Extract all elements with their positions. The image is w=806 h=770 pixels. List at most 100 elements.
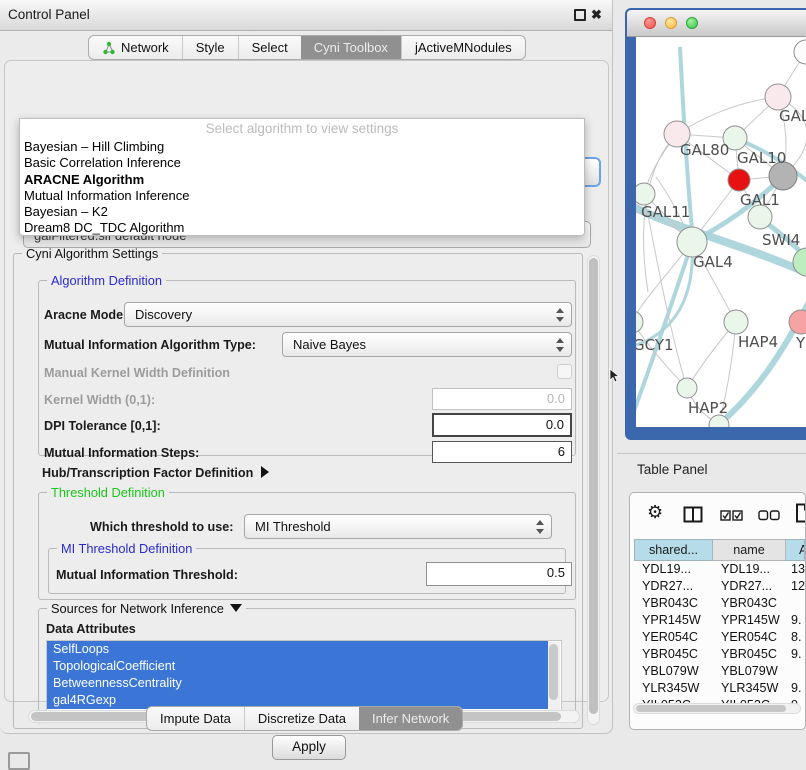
table-row[interactable]: YDL19...YDL19...13 <box>634 561 805 578</box>
cell-name: YDR27... <box>713 578 786 595</box>
network-node-label: HAP4 <box>738 333 778 351</box>
cell-value: 8. <box>786 629 805 646</box>
network-node[interactable] <box>636 183 655 205</box>
manual-kernel-checkbox[interactable] <box>557 364 572 379</box>
panel-title: Control Panel <box>8 0 90 30</box>
table-row[interactable]: YER054CYER054C8. <box>634 629 805 646</box>
data-attribute-item[interactable]: SelfLoops <box>47 641 548 658</box>
which-threshold-label: Which threshold to use: <box>90 520 233 534</box>
data-attributes-label: Data Attributes <box>46 622 136 636</box>
dpi-tolerance-field[interactable]: 0.0 <box>432 413 572 437</box>
mi-steps-field[interactable]: 6 <box>432 441 572 463</box>
algorithm-option[interactable]: Bayesian – Hill Climbing <box>24 139 580 155</box>
cell-value: 9. <box>786 646 805 663</box>
cell-value: 13 <box>786 561 805 578</box>
tab-select[interactable]: Select <box>238 36 301 59</box>
table-row[interactable]: YBR045CYBR045C9. <box>634 646 805 663</box>
cell-shared: YDR27... <box>634 578 713 595</box>
network-graph: GALGAL80GAL10GAL1GAL11SWI4GAL4GCY1HAP4YH… <box>636 37 806 427</box>
tab-infer-network[interactable]: Infer Network <box>359 707 462 730</box>
tab-cyni-toolbox[interactable]: Cyni Toolbox <box>301 36 401 59</box>
unchecked-boxes-icon[interactable] <box>758 510 780 521</box>
network-node-label: Y <box>795 334 806 352</box>
network-node[interactable] <box>636 311 643 333</box>
which-threshold-combo[interactable]: MI Threshold <box>244 514 552 539</box>
cell-shared: YER054C <box>634 629 713 646</box>
settings-vertical-scrollbar[interactable] <box>587 255 600 725</box>
combo-value: MI Threshold <box>255 519 331 534</box>
control-panel-titlebar: Control Panel ✖ <box>0 0 612 31</box>
algorithm-option[interactable]: Dream8 DC_TDC Algorithm <box>24 220 580 236</box>
algorithm-option[interactable]: ARACNE Algorithm <box>24 172 580 188</box>
float-icon[interactable] <box>574 9 586 21</box>
chevron-right-icon <box>261 466 269 478</box>
kernel-width-field[interactable]: 0.0 <box>432 388 572 410</box>
tab-label: Discretize Data <box>258 711 346 726</box>
dropdown-items: Bayesian – Hill ClimbingBasic Correlatio… <box>24 139 580 237</box>
tab-discretize-data[interactable]: Discretize Data <box>244 707 359 730</box>
dropdown-placeholder: Select algorithm to view settings <box>20 121 584 136</box>
close-light-icon[interactable] <box>644 17 656 29</box>
network-node[interactable] <box>724 310 748 334</box>
aracne-mode-combo[interactable]: Discovery <box>124 302 572 327</box>
combo-value: Discovery <box>135 307 192 322</box>
checked-boxes-icon[interactable] <box>720 510 743 521</box>
table-row[interactable]: YBR043CYBR043C <box>634 595 805 612</box>
chevron-down-icon[interactable] <box>230 604 242 612</box>
aracne-mode-label: Aracne Mode: <box>44 308 127 322</box>
algorithm-option[interactable]: Bayesian – K2 <box>24 204 580 220</box>
network-node-label: GAL4 <box>693 253 733 271</box>
column-header-partial[interactable]: A <box>786 539 805 561</box>
apply-button[interactable]: Apply <box>272 735 346 760</box>
tab-network[interactable]: Network <box>89 36 182 59</box>
kernel-width-label: Kernel Width (0,1): <box>44 393 155 407</box>
data-attribute-item[interactable]: BetweennessCentrality <box>47 675 548 692</box>
mi-type-combo[interactable]: Naive Bayes <box>282 332 572 357</box>
algorithm-option[interactable]: Mutual Information Inference <box>24 188 580 204</box>
cell-name: YBR045C <box>713 646 786 663</box>
network-node-label: GAL11 <box>641 203 690 221</box>
network-node-label: GAL <box>779 107 806 125</box>
table-row[interactable]: YLR345WYLR345W9. <box>634 680 805 697</box>
page-icon[interactable] <box>795 503 806 523</box>
hub-section-toggle[interactable]: Hub/Transcription Factor Definition <box>42 466 269 480</box>
network-node-label: GAL80 <box>680 141 729 159</box>
cell-value: 9. <box>786 680 805 697</box>
mi-threshold-field[interactable]: 0.5 <box>426 562 572 586</box>
table-row[interactable]: YPR145WYPR145W9. <box>634 612 805 629</box>
network-node[interactable] <box>728 169 750 191</box>
split-columns-icon[interactable] <box>683 506 703 523</box>
minimize-light-icon[interactable] <box>665 17 677 29</box>
cell-name: YPR145W <box>713 612 786 629</box>
network-canvas[interactable]: GALGAL80GAL10GAL1GAL11SWI4GAL4GCY1HAP4YH… <box>636 37 806 427</box>
mi-threshold-label: Mutual Information Threshold: <box>56 568 238 582</box>
table-row[interactable]: YDR27...YDR27...12 <box>634 578 805 595</box>
combo-value: Naive Bayes <box>293 337 366 352</box>
gear-icon[interactable]: ⚙ <box>647 502 663 523</box>
tab-style[interactable]: Style <box>182 36 238 59</box>
control-panel-body: galFiltered.sif default node Select algo… <box>4 60 609 702</box>
algorithm-option[interactable]: Basic Correlation Inference <box>24 155 580 171</box>
cell-value: 9. <box>786 612 805 629</box>
data-attributes-list: SelfLoopsTopologicalCoefficientBetweenne… <box>46 640 562 712</box>
table-panel: ⚙ shared... name A YDL19...YDL19...13YDR… <box>629 492 806 730</box>
column-header-shared[interactable]: shared... <box>634 539 713 561</box>
attributes-scrollbar[interactable] <box>548 642 560 710</box>
table-horizontal-scrollbar[interactable] <box>633 703 801 714</box>
tab-impute-data[interactable]: Impute Data <box>147 707 244 730</box>
close-icon[interactable]: ✖ <box>591 9 602 20</box>
table-panel-title: Table Panel <box>637 462 708 477</box>
group-title: Algorithm Definition <box>47 273 166 288</box>
tab-jactivemnodules[interactable]: jActiveMNodules <box>401 36 525 59</box>
zoom-light-icon[interactable] <box>686 17 698 29</box>
mi-steps-label: Mutual Information Steps: <box>44 446 199 460</box>
column-header-name[interactable]: name <box>713 539 786 561</box>
dock-panel-icon[interactable] <box>8 752 30 770</box>
data-attribute-item[interactable]: TopologicalCoefficient <box>47 658 548 675</box>
network-node[interactable] <box>794 40 806 64</box>
manual-kernel-label: Manual Kernel Width Definition <box>44 366 230 380</box>
divider <box>617 453 806 454</box>
stepper-icon <box>555 337 564 353</box>
table-row[interactable]: YBL079WYBL079W <box>634 663 805 680</box>
network-node[interactable] <box>677 378 697 398</box>
